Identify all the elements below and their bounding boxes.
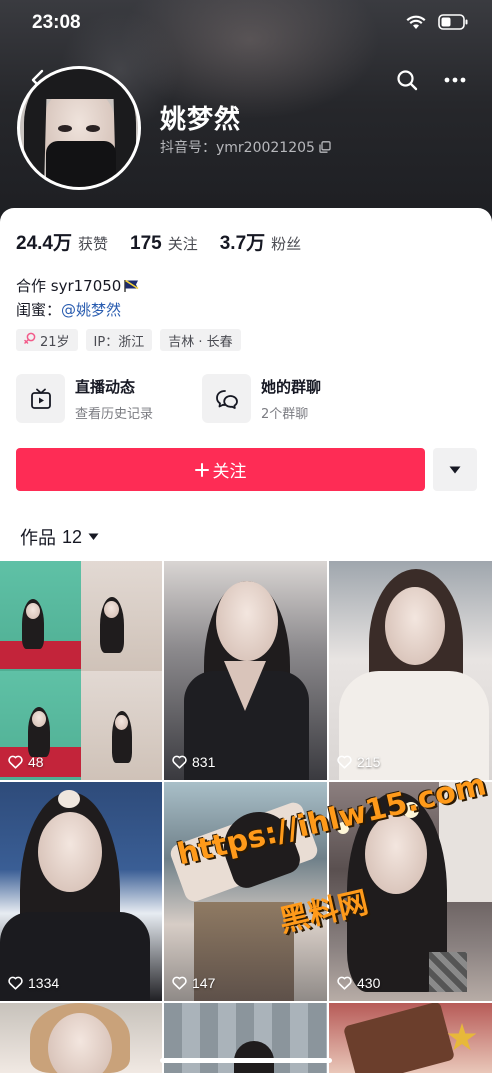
video-thumbnail[interactable] (0, 1003, 162, 1073)
live-history-card[interactable]: 直播动态 查看历史记录 (16, 374, 202, 423)
caret-down-icon (88, 533, 99, 540)
bio-mention-link[interactable]: @姚梦然 (61, 301, 121, 319)
stat-value: 3.7万 (219, 233, 266, 254)
tag-ip: IP：浙江 (85, 329, 153, 351)
wifi-icon (406, 14, 426, 30)
status-bar: 23:08 (0, 0, 492, 46)
search-icon (397, 70, 418, 91)
feature-subtitle: 查看历史记录 (75, 406, 154, 422)
stat-likes[interactable]: 24.4万 获赞 (16, 228, 108, 255)
stat-label: 关注 (167, 235, 198, 253)
bio-line-1: 合作 syr17050 (16, 274, 141, 298)
video-thumbnail[interactable] (329, 1003, 492, 1073)
heart-icon (337, 755, 352, 769)
stats-row: 24.4万 获赞 175 关注 3.7万 粉丝 (16, 228, 301, 255)
bio: 合作 syr17050 闺蜜：@姚梦然 (16, 274, 141, 322)
feature-cards: 直播动态 查看历史记录 她的群聊 2个群聊 (16, 374, 388, 423)
follow-label: 关注 (212, 462, 247, 482)
douyin-id-text: 抖音号：ymr20021205 (160, 140, 315, 156)
heart-icon (172, 976, 187, 990)
follow-button[interactable]: 关注 (16, 448, 425, 491)
heart-icon (172, 755, 187, 769)
flag-emoji-icon (123, 276, 141, 292)
tag-location: 吉林 · 长春 (160, 329, 241, 351)
profile-sheet: 24.4万 获赞 175 关注 3.7万 粉丝 合作 syr17050 闺蜜：@… (0, 208, 492, 1074)
works-tab[interactable]: 作品 12 (20, 524, 99, 550)
video-likes: 48 (8, 754, 44, 770)
video-thumbnail[interactable]: 48 (0, 561, 162, 780)
profile-name: 姚梦然 (160, 105, 242, 135)
heart-icon (8, 976, 23, 990)
video-thumbnail[interactable]: 831 (164, 561, 327, 780)
female-icon (24, 332, 36, 349)
profile-tags: 21岁 IP：浙江 吉林 · 长春 (16, 329, 241, 351)
heart-icon (337, 976, 352, 990)
douyin-id[interactable]: 抖音号：ymr20021205 (160, 137, 331, 157)
tag-text: IP：浙江 (93, 334, 145, 350)
video-thumbnail[interactable]: 215 (329, 561, 492, 780)
more-dots-icon (444, 77, 466, 83)
more-button[interactable] (438, 64, 472, 96)
stat-label: 获赞 (77, 235, 108, 253)
tag-age: 21岁 (16, 329, 78, 351)
video-likes: 147 (172, 975, 215, 991)
tag-text: 21岁 (40, 334, 70, 350)
recommend-dropdown-button[interactable] (433, 448, 477, 491)
stat-followers[interactable]: 3.7万 粉丝 (220, 228, 301, 255)
live-tv-icon (16, 374, 65, 423)
heart-icon (8, 755, 23, 769)
stat-value: 24.4万 (16, 233, 72, 254)
battery-icon (438, 14, 468, 30)
group-chat-card[interactable]: 她的群聊 2个群聊 (202, 374, 388, 423)
video-likes: 215 (337, 754, 380, 770)
video-thumbnail[interactable]: 1334 (0, 782, 162, 1001)
video-likes: 430 (337, 975, 380, 991)
video-likes: 831 (172, 754, 215, 770)
stat-label: 粉丝 (271, 235, 302, 253)
search-button[interactable] (392, 64, 422, 96)
copy-icon[interactable] (319, 141, 331, 153)
video-likes: 1334 (8, 975, 59, 991)
tag-text: 吉林 · 长春 (168, 334, 233, 350)
stat-value: 175 (130, 233, 162, 254)
bio-prefix: 闺蜜： (16, 301, 62, 319)
works-count: 12 (62, 526, 83, 547)
group-chat-icon (202, 374, 251, 423)
triangle-down-icon (449, 466, 461, 473)
plus-icon (194, 462, 209, 477)
status-time: 23:08 (32, 12, 81, 33)
feature-title: 直播动态 (75, 377, 136, 396)
works-label: 作品 (20, 528, 56, 549)
feature-subtitle: 2个群聊 (261, 406, 309, 422)
bio-text: 合作 syr17050 (16, 277, 122, 295)
bio-line-2: 闺蜜：@姚梦然 (16, 298, 141, 322)
home-indicator (160, 1058, 332, 1063)
feature-title: 她的群聊 (261, 377, 322, 396)
avatar[interactable] (17, 66, 141, 190)
stat-following[interactable]: 175 关注 (130, 233, 198, 255)
